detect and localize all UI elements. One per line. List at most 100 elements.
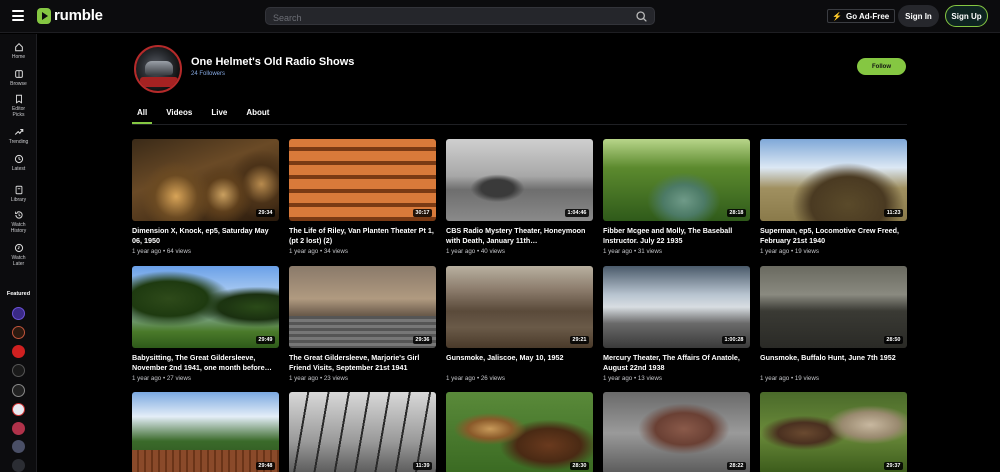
browse-icon (14, 70, 23, 78)
tab-live[interactable]: Live (211, 108, 227, 117)
video-thumbnail[interactable]: 29:37 (760, 392, 907, 472)
video-title[interactable]: Fibber Mcgee and Molly, The Baseball Ins… (603, 226, 750, 245)
sidebar-item-label: Latest (11, 166, 26, 172)
editor-picks-icon (15, 94, 22, 104)
featured-channel-avatar[interactable] (12, 364, 25, 377)
video-meta: 1 year ago • 34 views (289, 248, 348, 255)
video-card[interactable]: 29:48 (132, 392, 279, 472)
history-icon (14, 211, 23, 219)
video-thumbnail[interactable]: 29:21 (446, 266, 593, 348)
sidebar-item-editor-picks[interactable]: Editor Picks (0, 94, 37, 118)
video-card[interactable]: 29:36 The Great Gildersleeve, Marjorie's… (289, 266, 436, 382)
sidebar-item-label: Home (11, 54, 26, 60)
video-duration: 29:21 (569, 336, 589, 344)
go-ad-free-label: Go Ad-Free (845, 11, 890, 21)
video-duration: 28:30 (569, 462, 589, 470)
clock-icon (14, 154, 23, 164)
video-card[interactable]: 29:49 Babysitting, The Great Gildersleev… (132, 266, 279, 382)
video-card[interactable]: 1:00:28 Mercury Theater, The Affairs Of … (603, 266, 750, 382)
featured-channel-avatar[interactable] (12, 459, 25, 472)
video-card[interactable]: 28:30 (446, 392, 593, 472)
video-duration: 28:22 (726, 462, 746, 470)
video-card[interactable]: 29:34 Dimension X, Knock, ep5, Saturday … (132, 139, 279, 255)
video-title[interactable]: The Life of Riley, Van Planten Theater P… (289, 226, 436, 245)
sidebar-item-trending[interactable]: Trending (0, 127, 37, 145)
video-duration: 28:18 (726, 209, 746, 217)
video-thumbnail[interactable]: 29:36 (289, 266, 436, 348)
tabs-divider (132, 124, 907, 125)
featured-channel-avatar[interactable] (12, 440, 25, 453)
video-thumbnail[interactable]: 11:23 (760, 139, 907, 221)
video-title[interactable]: Dimension X, Knock, ep5, Saturday May 06… (132, 226, 279, 245)
search-input[interactable] (266, 10, 626, 26)
video-thumbnail[interactable]: 28:50 (760, 266, 907, 348)
video-card[interactable]: 1:04:46 CBS Radio Mystery Theater, Honey… (446, 139, 593, 255)
sidebar-item-library[interactable]: Library (0, 185, 37, 203)
video-thumbnail[interactable]: 28:30 (446, 392, 593, 472)
featured-channel-avatar[interactable] (12, 326, 25, 339)
video-thumbnail[interactable]: 11:39 (289, 392, 436, 472)
video-meta: 1 year ago • 64 views (132, 248, 191, 255)
bolt-icon: ⚡ (832, 11, 842, 21)
video-card[interactable]: 30:17 The Life of Riley, Van Planten The… (289, 139, 436, 255)
sidebar-item-label: Library (10, 197, 27, 203)
sidebar-item-label: Browse (10, 81, 27, 87)
sidebar-item-watch-later[interactable]: Watch Later (0, 243, 37, 267)
sidebar-item-latest[interactable]: Latest (0, 154, 37, 172)
go-ad-free-button[interactable]: ⚡ Go Ad-Free (827, 9, 896, 23)
video-card[interactable]: 11:39 (289, 392, 436, 472)
video-title[interactable]: Gunsmoke, Buffalo Hunt, June 7th 1952 (760, 353, 907, 372)
featured-label: Featured (6, 291, 31, 297)
featured-channel-avatar[interactable] (12, 384, 25, 397)
sidebar-item-label: Watch Later (11, 255, 26, 267)
video-title[interactable]: CBS Radio Mystery Theater, Honeymoon wit… (446, 226, 593, 245)
video-title[interactable]: Gunsmoke, Jaliscoe, May 10, 1952 (446, 353, 593, 372)
library-icon (15, 185, 22, 195)
channel-followers: 24 Followers (191, 71, 226, 77)
video-card[interactable]: 28:22 (603, 392, 750, 472)
video-thumbnail[interactable]: 29:34 (132, 139, 279, 221)
featured-channel-avatar[interactable] (12, 307, 25, 320)
video-thumbnail[interactable]: 1:04:46 (446, 139, 593, 221)
video-card[interactable]: 11:23 Superman, ep5, Locomotive Crew Fre… (760, 139, 907, 255)
video-thumbnail[interactable]: 29:49 (132, 266, 279, 348)
sidebar-item-browse[interactable]: Browse (0, 69, 37, 87)
video-title[interactable]: Mercury Theater, The Affairs Of Anatole,… (603, 353, 750, 372)
tab-videos[interactable]: Videos (166, 108, 192, 117)
video-duration: 1:04:46 (565, 209, 589, 217)
channel-tabs: All Videos Live About (131, 108, 288, 124)
follow-button[interactable]: Follow (857, 58, 906, 75)
video-duration: 28:50 (883, 336, 903, 344)
video-thumbnail[interactable]: 29:48 (132, 392, 279, 472)
video-card[interactable]: 28:50 Gunsmoke, Buffalo Hunt, June 7th 1… (760, 266, 907, 382)
video-title[interactable]: The Great Gildersleeve, Marjorie's Girl … (289, 353, 436, 372)
video-card[interactable]: 29:37 (760, 392, 907, 472)
rumble-logo[interactable]: rumble (37, 7, 103, 24)
featured-channel-avatar[interactable] (12, 403, 25, 416)
search-icon[interactable] (635, 10, 648, 23)
video-thumbnail[interactable]: 28:22 (603, 392, 750, 472)
trending-icon (14, 128, 23, 135)
tab-all[interactable]: All (131, 108, 153, 124)
sign-up-button[interactable]: Sign Up (945, 5, 988, 27)
search-box (265, 7, 655, 26)
menu-icon[interactable] (12, 10, 24, 21)
video-card[interactable]: 29:21 Gunsmoke, Jaliscoe, May 10, 1952 1… (446, 266, 593, 382)
video-meta: 1 year ago • 40 views (446, 248, 505, 255)
video-title[interactable]: Babysitting, The Great Gildersleeve, Nov… (132, 353, 279, 372)
sign-in-button[interactable]: Sign In (898, 5, 939, 27)
tab-about[interactable]: About (246, 108, 269, 117)
featured-channel-avatar[interactable] (12, 345, 25, 358)
sidebar-item-home[interactable]: Home (0, 42, 37, 60)
video-meta: 1 year ago • 23 views (289, 375, 348, 382)
featured-channel-avatar[interactable] (12, 422, 25, 435)
video-thumbnail[interactable]: 30:17 (289, 139, 436, 221)
top-bar: rumble ⚡ Go Ad-Free Sign In Sign Up (0, 0, 1000, 33)
video-thumbnail[interactable]: 1:00:28 (603, 266, 750, 348)
sidebar-item-watch-history[interactable]: Watch History (0, 210, 37, 234)
video-thumbnail[interactable]: 28:18 (603, 139, 750, 221)
video-title[interactable]: Superman, ep5, Locomotive Crew Freed, Fe… (760, 226, 907, 245)
video-card[interactable]: 28:18 Fibber Mcgee and Molly, The Baseba… (603, 139, 750, 255)
video-meta: 1 year ago • 31 views (603, 248, 662, 255)
video-meta: 1 year ago • 27 views (132, 375, 191, 382)
